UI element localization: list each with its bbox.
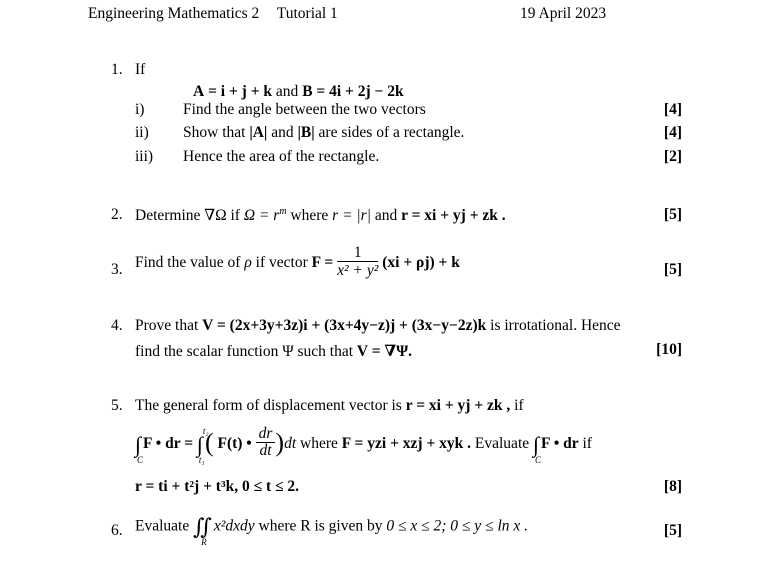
q5-line2: ∫ C F • dr = ∫ t₂ t₁( F(t) • dr dt )dt where… bbox=[135, 425, 592, 465]
denominator: x² + y² bbox=[337, 262, 379, 279]
text: if bbox=[582, 435, 592, 453]
q2-text: Determine ∇Ω if Ω = rm where r = |r| and… bbox=[135, 206, 506, 225]
q1-part-ii-marks: [4] bbox=[663, 124, 682, 141]
q5-line3: r = ti + t²j + t³k, 0 ≤ t ≤ 2. bbox=[135, 478, 300, 495]
q3-number: 3. bbox=[111, 261, 123, 278]
region: R bbox=[201, 537, 207, 547]
derivative-fraction: dr dt bbox=[255, 426, 276, 459]
q1-part-i-label: i) bbox=[135, 101, 145, 118]
dt: dt bbox=[284, 435, 297, 453]
vector-a-def: = i + j + k bbox=[208, 83, 273, 100]
q3-text: Find the value of ρ if vector F = 1 x² +… bbox=[135, 244, 460, 281]
q6-number: 6. bbox=[111, 522, 123, 539]
vector-b: B bbox=[302, 83, 313, 100]
psi: Ψ bbox=[282, 343, 294, 360]
q1-part-ii-label: ii) bbox=[135, 124, 149, 141]
conj: and bbox=[275, 83, 299, 100]
q1-intro: If bbox=[135, 61, 146, 78]
int-lhs: F • dr = bbox=[143, 435, 194, 453]
f-def: F = yzi + xzj + xyk . bbox=[341, 435, 472, 453]
numerator: dr bbox=[255, 426, 276, 443]
text: where bbox=[300, 435, 338, 453]
q1-number: 1. bbox=[111, 61, 123, 78]
r-vector: r = xi + yj + zk . bbox=[401, 207, 506, 225]
q1-given: A = i + j + k and B = 4i + 2j − 2k bbox=[193, 83, 404, 101]
q6-marks: [5] bbox=[663, 522, 682, 539]
int-lower: t₁ bbox=[198, 454, 205, 465]
f-lhs: F = bbox=[311, 254, 334, 272]
v-expr: V = (2x+3y+3z)i + (3x+4y−z)j + (3x−y−2z)… bbox=[202, 317, 487, 334]
q5-marks: [8] bbox=[663, 478, 682, 495]
q5-line1: The general form of displacement vector … bbox=[135, 397, 524, 415]
q6-text: Evaluate ∬ Rx²dxdy where R is given by 0 … bbox=[135, 514, 529, 547]
q1-part-iii-label: iii) bbox=[135, 148, 154, 165]
int-sub: C bbox=[137, 454, 144, 465]
vector-b-def: = 4i + 2j − 2k bbox=[316, 83, 404, 100]
text: where R is given by bbox=[258, 517, 383, 535]
header-course: Engineering Mathematics 2 Tutorial 1 bbox=[88, 5, 338, 23]
text: and bbox=[271, 124, 294, 141]
text: find the scalar function bbox=[135, 343, 279, 360]
text: Ω = r bbox=[243, 207, 280, 225]
fraction: 1 x² + y² bbox=[337, 244, 379, 279]
q1-part-ii-text: Show that |A| and |B| are sides of a rec… bbox=[183, 124, 464, 142]
integrand: F(t) • bbox=[217, 435, 252, 453]
r-vector: r = xi + yj + zk , bbox=[405, 397, 511, 414]
v-eq: V = ∇Ψ. bbox=[356, 343, 413, 360]
text: Determine ∇Ω if bbox=[135, 207, 240, 225]
q1-part-i-marks: [4] bbox=[663, 101, 682, 118]
eval-int: F • dr bbox=[541, 435, 579, 453]
bounds: 0 ≤ x ≤ 2; 0 ≤ y ≤ ln x . bbox=[386, 517, 529, 535]
q4-line1: Prove that V = (2x+3y+3z)i + (3x+4y−z)j … bbox=[135, 317, 621, 335]
text: Evaluate bbox=[474, 435, 530, 453]
tutorial-label: Tutorial 1 bbox=[276, 5, 338, 22]
denominator: dt bbox=[259, 442, 272, 459]
text: if vector bbox=[255, 254, 308, 272]
q4-number: 4. bbox=[111, 317, 123, 334]
text: Prove that bbox=[135, 317, 199, 334]
text: such that bbox=[297, 343, 354, 360]
text: Evaluate bbox=[135, 517, 190, 535]
text: The general form of displacement vector … bbox=[135, 397, 402, 414]
q2-number: 2. bbox=[111, 206, 123, 223]
text: is irrotational. Hence bbox=[490, 317, 621, 334]
vector-a: A bbox=[193, 83, 205, 100]
abs-b: |B| bbox=[297, 124, 315, 141]
integrand: x²dxdy bbox=[213, 517, 255, 535]
int-sub: C bbox=[535, 454, 542, 465]
definite-integral-icon: ∫ t₂ t₁ bbox=[196, 425, 209, 465]
text: Find the value of bbox=[135, 254, 241, 272]
course-title: Engineering Mathematics 2 bbox=[88, 5, 260, 22]
q1-part-i-text: Find the angle between the two vectors bbox=[183, 101, 426, 118]
abs-a: |A| bbox=[249, 124, 268, 141]
text: if bbox=[514, 397, 524, 414]
numerator: 1 bbox=[337, 244, 379, 262]
text: are sides of a rectangle. bbox=[318, 124, 465, 141]
text: Show that bbox=[183, 124, 246, 141]
line-integral-icon: ∫ C bbox=[533, 431, 542, 465]
q4-marks: [10] bbox=[656, 341, 682, 358]
line-integral-icon: ∫ C bbox=[135, 431, 144, 465]
q1-part-iii-marks: [2] bbox=[663, 148, 682, 165]
q2-marks: [5] bbox=[663, 206, 682, 223]
rho: ρ bbox=[244, 254, 252, 272]
text: and bbox=[374, 207, 398, 225]
exponent: m bbox=[279, 206, 287, 217]
q3-marks: [5] bbox=[663, 261, 682, 278]
q4-line2: find the scalar function Ψ such that V =… bbox=[135, 341, 412, 361]
text: where bbox=[290, 207, 329, 225]
r-def: r = |r| bbox=[332, 207, 371, 225]
q1-part-iii-text: Hence the area of the rectangle. bbox=[183, 148, 380, 165]
header-date: 19 April 2023 bbox=[520, 5, 607, 22]
f-rest: (xi + ρj) + k bbox=[382, 254, 460, 272]
q5-number: 5. bbox=[111, 397, 123, 414]
omega-expr: Ω = rm bbox=[243, 206, 287, 225]
double-integral-icon: ∬ R bbox=[193, 514, 212, 547]
